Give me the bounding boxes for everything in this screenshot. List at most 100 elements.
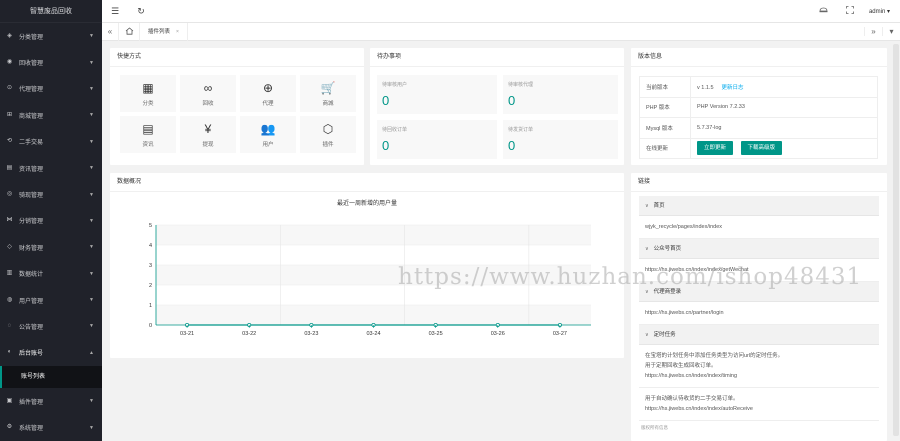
quick-icon: ∞: [203, 80, 213, 95]
quick-label: 回收: [202, 100, 214, 107]
quick-icon: ▦: [142, 80, 154, 95]
update-now-button[interactable]: 立即更新: [697, 141, 734, 156]
pending-value: 0: [382, 138, 390, 153]
sidebar-subitem-account-list[interactable]: 账号列表: [0, 366, 102, 389]
quick-icon: ▤: [142, 121, 154, 136]
sidebar: 智慧废品回收 ◈ 分类管理 ▼ ◉ 回收管理 ▼ ⊙ 代理管理 ▼ ⊞ 商城管理 ▼ ⟲ 二手交易 ▼ ▤ 资讯…: [0, 0, 102, 441]
chart-xtick-label: 03-22: [242, 331, 256, 337]
quick-title: 快捷方式: [110, 48, 364, 67]
pending-item[interactable]: 待审核用户 0: [377, 75, 497, 114]
account-icon: ◐: [7, 349, 12, 356]
sidebar-item[interactable]: ◎ 骑现管理 ▼: [0, 181, 102, 207]
quick-item[interactable]: ⬡ 插件: [300, 116, 356, 153]
links-group-body: https://hs.jiwebs.cn/index/index/getWech…: [639, 259, 879, 282]
chevron-down-icon: ∨: [645, 203, 649, 209]
quick-item[interactable]: ¥ 提现: [180, 116, 236, 153]
links-line: https://hs.jiwebs.cn/partner/login: [645, 310, 724, 316]
user-icon: ◍: [6, 296, 13, 303]
quick-item[interactable]: 🛒 商城: [300, 75, 356, 112]
refresh-icon[interactable]: ↻: [128, 6, 154, 17]
quick-icon: 👥: [260, 121, 276, 136]
quick-item[interactable]: 👥 用户: [240, 116, 296, 153]
notice-icon: ◌: [7, 322, 12, 329]
scrollbar-thumb[interactable]: [893, 44, 899, 436]
chart-ytick-label: 5: [149, 223, 152, 229]
chart-card: 数据概况 最近一周新增的用户量 0 1 2 3 4 5 03-21 03-22 03-23 03-…: [110, 173, 624, 358]
close-icon[interactable]: ×: [176, 23, 179, 41]
trade-icon: ⟲: [6, 138, 13, 145]
links-line: wjyk_recycle/pages/index/index: [645, 224, 723, 230]
pending-grid: 待审核用户 0 待审核代理 0 待回收订单 0 待发货订单 0: [377, 75, 618, 159]
links-group-body: 在宝塔的计划任务中添加任务类型为访问url的定时任务。 用于定期回收生成回收订单。…: [639, 345, 879, 388]
tabs-menu-icon[interactable]: ▾: [882, 27, 900, 36]
chart-xtick-label: 03-23: [304, 331, 318, 337]
chart-band: [156, 305, 591, 325]
user-menu[interactable]: admin ▾: [869, 8, 890, 15]
links-group-body: 用于自动确认待收货的二手交易订单。 https://hs.jiwebs.cn/in…: [639, 388, 879, 421]
pending-value: 0: [508, 93, 516, 108]
links-group-header[interactable]: ∨ 定时任务: [639, 325, 879, 345]
pending-item[interactable]: 待审核代理 0: [503, 75, 618, 114]
quick-item[interactable]: ∞ 回收: [180, 75, 236, 112]
links-line: https://hs.jiwebs.cn/index/index/getWech…: [645, 267, 749, 273]
quick-item[interactable]: ▤ 资讯: [120, 116, 176, 153]
mysql-value: 5.7.37-log: [690, 117, 878, 139]
chart-xtick-label: 03-24: [366, 331, 380, 337]
chart-band: [156, 225, 591, 245]
links-group-header[interactable]: ∨ 公众号首页: [639, 239, 879, 259]
sidebar-item-label: 回收管理: [19, 61, 44, 68]
sidebar-item[interactable]: ⟲ 二手交易 ▼: [0, 129, 102, 155]
download-advanced-button[interactable]: 下载高级版: [740, 141, 783, 156]
quick-item[interactable]: ▦ 分类: [120, 75, 176, 112]
theme-icon[interactable]: [811, 6, 837, 16]
sidebar-item[interactable]: ◈ 分类管理 ▼: [0, 23, 102, 49]
pending-label: 待回收订单: [382, 127, 408, 133]
sidebar-item[interactable]: ▤ 资讯管理 ▼: [0, 155, 102, 181]
chart-xtick-label: 03-21: [180, 331, 194, 337]
caret-down-icon: ▼: [89, 59, 94, 66]
sidebar-item[interactable]: ◇ 财务管理 ▼: [0, 234, 102, 260]
sidebar-item[interactable]: ⊙ 代理管理 ▼: [0, 76, 102, 102]
links-line: https://hs.jiwebs.cn/index/index/timing: [645, 373, 738, 379]
chart-ytick-label: 4: [149, 243, 152, 249]
fullscreen-icon[interactable]: [837, 6, 863, 16]
links-group-header[interactable]: ∨ 代理商登录: [639, 282, 879, 302]
version-key: 当前版本: [639, 76, 691, 98]
home-tab[interactable]: [118, 22, 140, 41]
quick-icon: 🛒: [320, 80, 336, 95]
tabs-prev-icon[interactable]: «: [102, 27, 118, 36]
sidebar-item[interactable]: ◐ 后台账号 ▲: [0, 340, 102, 366]
pending-value: 0: [382, 93, 390, 108]
tabs-next-icon[interactable]: »: [864, 27, 882, 36]
chart-ytick-label: 3: [149, 263, 152, 269]
gear-icon: ⚙: [6, 424, 13, 431]
sidebar-item[interactable]: ⊞ 商城管理 ▼: [0, 102, 102, 128]
sidebar-item[interactable]: ⋈ 分销管理 ▼: [0, 208, 102, 234]
sidebar-item[interactable]: ◌ 公告管理 ▼: [0, 313, 102, 339]
mysql-key: Mysql 版本: [639, 117, 691, 139]
links-group-title: 首页: [653, 203, 665, 209]
sidebar-item-label: 分类管理: [19, 34, 44, 41]
sidebar-item-label: 分销管理: [19, 219, 44, 226]
sidebar-item[interactable]: ◍ 用户管理 ▼: [0, 287, 102, 313]
links-group-title: 公众号首页: [653, 246, 682, 252]
pending-item[interactable]: 待发货订单 0: [503, 120, 618, 159]
changelog-link[interactable]: 更新日志: [722, 85, 744, 91]
version-table: 当前版本 v 1.1.5 更新日志 PHP 版本 PHP Version 7.2.…: [639, 76, 878, 159]
chart-xtick-label: 03-25: [429, 331, 443, 337]
quick-item[interactable]: ⊕ 代理: [240, 75, 296, 112]
links-group-header[interactable]: ∨ 首页: [639, 196, 879, 216]
quick-label: 插件: [322, 141, 334, 148]
menu-toggle-icon[interactable]: ☰: [102, 6, 128, 17]
sidebar-item[interactable]: ⚙ 系统管理 ▼: [0, 414, 102, 440]
pending-item[interactable]: 待回收订单 0: [377, 120, 497, 159]
links-line: 在宝塔的计划任务中添加任务类型为访问url的定时任务。: [645, 353, 784, 359]
sidebar-item[interactable]: ▣ 插件管理 ▼: [0, 388, 102, 414]
caret-down-icon: ▼: [89, 323, 94, 330]
sidebar-item[interactable]: ◉ 回收管理 ▼: [0, 49, 102, 75]
caret-down-icon: ▼: [89, 191, 94, 198]
caret-down-icon: ▾: [886, 8, 890, 15]
recycle-icon: ◉: [6, 59, 13, 66]
sidebar-item[interactable]: ▥ 数据统计 ▼: [0, 261, 102, 287]
tab-plugin-list[interactable]: 插件列表 ×: [140, 22, 188, 41]
